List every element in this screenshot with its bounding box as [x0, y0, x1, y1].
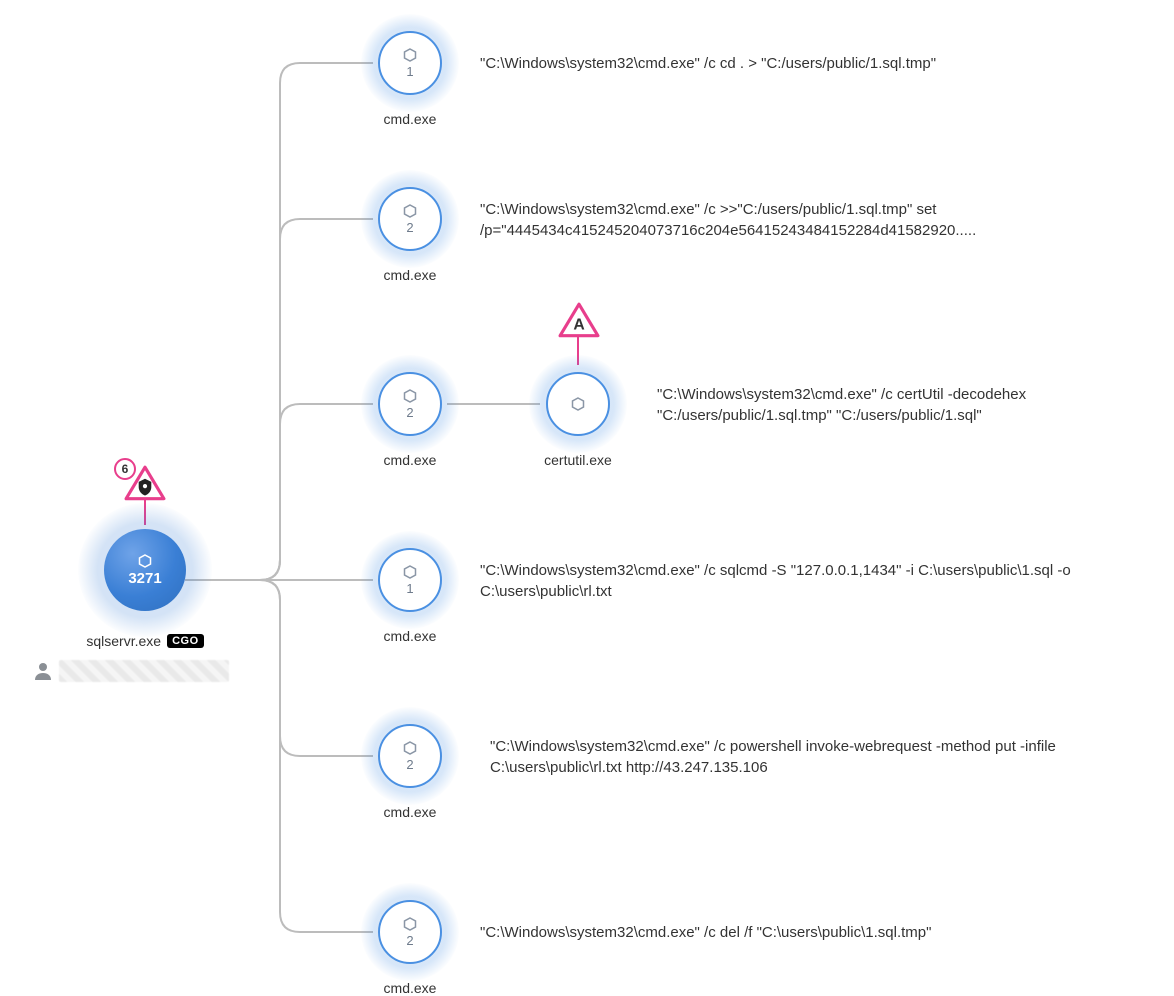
child-count: 1	[406, 64, 413, 79]
child-process-node[interactable]: 2 cmd.exe	[370, 892, 450, 996]
child-process-node[interactable]: 1 cmd.exe	[370, 540, 450, 644]
grandchild-process-node[interactable]: certutil.exe	[538, 364, 618, 468]
child-count: 1	[406, 581, 413, 596]
child-process-name: cmd.exe	[384, 111, 437, 127]
root-process-node[interactable]: 3271 sqlservr.exe CGO	[90, 515, 200, 649]
root-process-name: sqlservr.exe	[86, 633, 161, 649]
child-count: 2	[406, 933, 413, 948]
hexagon-icon	[403, 204, 417, 218]
root-count: 3271	[128, 570, 161, 587]
cgo-tag: CGO	[167, 634, 204, 648]
hexagon-icon	[403, 48, 417, 62]
command-line-text: "C:\Windows\system32\cmd.exe" /c sqlcmd …	[480, 560, 1140, 602]
child-process-name: cmd.exe	[384, 804, 437, 820]
command-line-text: "C:\Windows\system32\cmd.exe" /c >>"C:/u…	[480, 199, 1120, 241]
grandchild-process-name: certutil.exe	[544, 452, 612, 468]
edges-svg	[0, 0, 1174, 996]
child-count: 2	[406, 220, 413, 235]
process-tree-canvas: 3271 sqlservr.exe CGO 6	[0, 0, 1174, 996]
user-row	[35, 660, 229, 682]
child-process-name: cmd.exe	[384, 980, 437, 996]
child-process-node[interactable]: 1 cmd.exe	[370, 23, 450, 127]
child-count: 2	[406, 405, 413, 420]
alert-count-badge: 6	[114, 458, 136, 480]
child-process-name: cmd.exe	[384, 628, 437, 644]
child-process-name: cmd.exe	[384, 452, 437, 468]
hexagon-icon	[403, 389, 417, 403]
root-label-row: sqlservr.exe CGO	[90, 633, 200, 649]
child-process-node[interactable]: 2 cmd.exe	[370, 716, 450, 820]
child-process-node[interactable]: 2 cmd.exe	[370, 179, 450, 283]
user-icon	[35, 662, 51, 680]
child-process-name: cmd.exe	[384, 267, 437, 283]
child-count: 2	[406, 757, 413, 772]
alert-triangle-icon[interactable]: A	[558, 302, 600, 340]
child-process-node[interactable]: 2 cmd.exe	[370, 364, 450, 468]
command-line-text: "C:\Windows\system32\cmd.exe" /c del /f …	[480, 922, 1140, 943]
command-line-text: "C:\Windows\system32\cmd.exe" /c cd . > …	[480, 53, 1140, 74]
command-line-text: "C:\Windows\system32\cmd.exe" /c certUti…	[657, 384, 1157, 426]
hexagon-icon	[403, 741, 417, 755]
redacted-username	[59, 660, 229, 682]
command-line-text: "C:\Windows\system32\cmd.exe" /c powersh…	[490, 736, 1130, 778]
hexagon-icon	[138, 554, 152, 568]
alert-letter: A	[573, 316, 584, 333]
hexagon-icon	[403, 565, 417, 579]
hexagon-icon	[403, 917, 417, 931]
hexagon-icon	[571, 397, 585, 411]
